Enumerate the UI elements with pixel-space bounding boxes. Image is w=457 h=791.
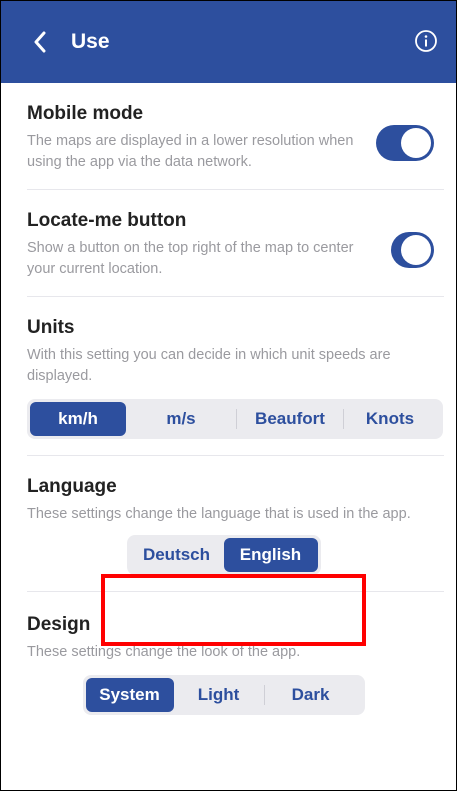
mobile-mode-description: The maps are displayed in a lower resolu… <box>27 133 354 170</box>
section-units: Units With this setting you can decide i… <box>27 297 444 456</box>
language-option-english[interactable]: English <box>223 538 318 572</box>
top-bar: Use <box>1 1 456 83</box>
language-title: Language <box>27 476 117 497</box>
language-description: These settings change the language that … <box>27 506 411 522</box>
back-button[interactable] <box>27 29 53 55</box>
mobile-mode-title: Mobile mode <box>27 103 144 124</box>
section-locate-me: Locate-me button Show a button on the to… <box>27 190 444 297</box>
locate-me-title: Locate-me button <box>27 210 187 231</box>
units-option-kmh[interactable]: km/h <box>30 402 126 436</box>
toggle-knob <box>401 235 431 265</box>
units-option-beaufort[interactable]: Beaufort <box>237 402 343 436</box>
language-highlight-box <box>101 574 366 646</box>
design-option-light[interactable]: Light <box>174 678 264 712</box>
mobile-mode-toggle[interactable] <box>376 125 434 161</box>
section-mobile-mode: Mobile mode The maps are displayed in a … <box>27 83 444 190</box>
chevron-left-icon <box>34 31 46 53</box>
units-option-knots[interactable]: Knots <box>344 402 436 436</box>
design-option-system[interactable]: System <box>85 678 174 712</box>
section-language: Language These settings change the langu… <box>27 456 444 592</box>
page-title: Use <box>71 30 110 53</box>
info-button[interactable] <box>414 29 438 53</box>
locate-me-toggle[interactable] <box>391 232 434 268</box>
info-circle-icon <box>415 30 437 52</box>
language-option-deutsch[interactable]: Deutsch <box>130 538 224 572</box>
design-option-dark[interactable]: Dark <box>265 678 357 712</box>
units-segmented-control: km/h m/s Beaufort Knots <box>27 399 443 439</box>
app-frame: Use Mobile mode The maps are displayed i… <box>0 0 457 791</box>
language-segmented-control: Deutsch English <box>126 535 321 575</box>
design-segmented-control: System Light Dark <box>82 675 365 715</box>
units-description: With this setting you can decide in whic… <box>27 347 391 384</box>
locate-me-description: Show a button on the top right of the ma… <box>27 240 354 277</box>
units-title: Units <box>27 317 75 338</box>
toggle-knob <box>401 128 431 158</box>
units-option-ms[interactable]: m/s <box>126 402 236 436</box>
